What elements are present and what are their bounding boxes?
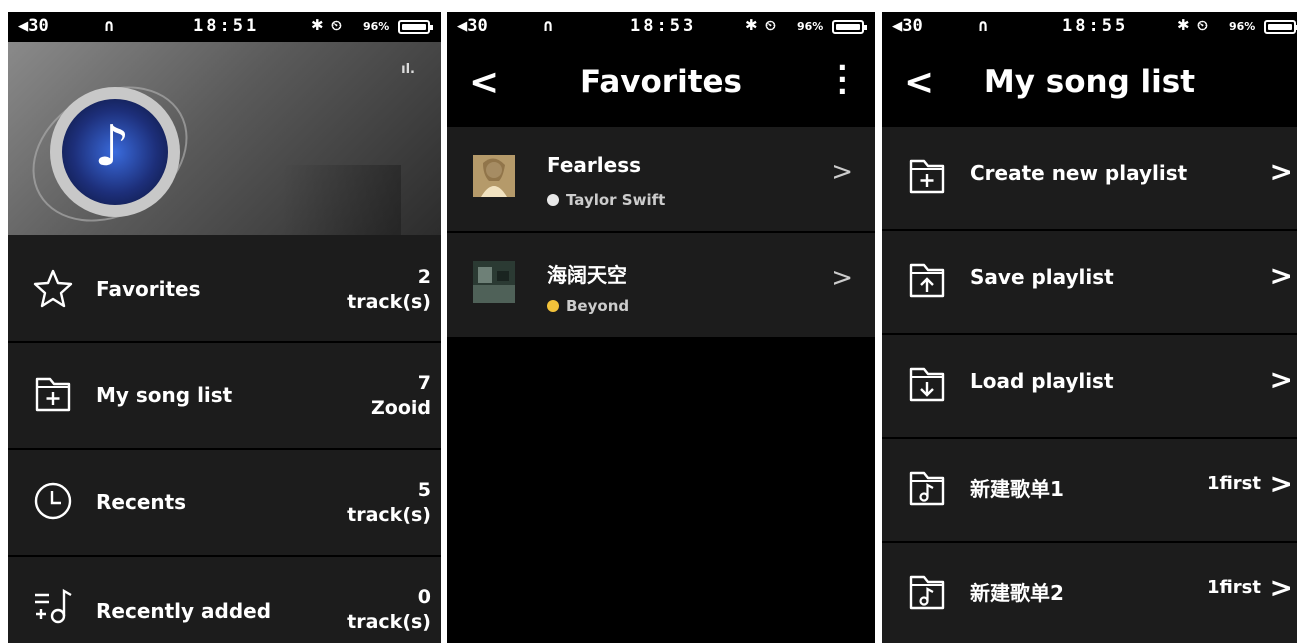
- playlist-label: 新建歌单2: [970, 581, 1064, 605]
- chevron-right-icon: >: [831, 263, 853, 293]
- menu-item-recents[interactable]: Recents 5 track(s): [8, 450, 441, 557]
- chevron-right-icon: >: [1269, 155, 1293, 188]
- song-artist: Taylor Swift: [547, 191, 665, 209]
- page-title: My song list: [983, 64, 1196, 100]
- song-title: Fearless: [547, 153, 642, 177]
- folder-up-icon: [909, 263, 945, 298]
- playlist-label: Load playlist: [970, 369, 1114, 393]
- alarm-icon: ⏲: [765, 18, 776, 34]
- playlist-item[interactable]: 新建歌单2 1first >: [882, 543, 1297, 643]
- volume-indicator: ◀30: [457, 16, 488, 36]
- playlist-create[interactable]: Create new playlist >: [882, 127, 1297, 231]
- battery-icon: [832, 20, 867, 34]
- chevron-right-icon: >: [1269, 259, 1293, 292]
- playlist-count: 1first: [1206, 473, 1261, 494]
- menu-item-count: 0 track(s): [347, 586, 431, 633]
- home-screen: ◀30 ∩ 18:51 ✱ ⏲ 96% ıl. ♪ Favorites 2 tra…: [8, 12, 441, 643]
- bluetooth-icon: ✱: [1177, 16, 1190, 34]
- playlist-label: Create new playlist: [970, 161, 1188, 185]
- menu-item-recently-added[interactable]: Recently added 0 track(s): [8, 557, 441, 643]
- menu-item-count: 7 Zooid: [371, 372, 431, 419]
- folder-music-icon: [909, 471, 945, 506]
- headphones-icon: ∩: [543, 16, 554, 36]
- battery-percent: 96%: [363, 20, 390, 33]
- clock-icon: [34, 482, 72, 520]
- list-item[interactable]: Fearless Taylor Swift >: [447, 127, 875, 233]
- list-add-music-icon: [35, 588, 72, 624]
- menu-item-count: 2 track(s): [347, 266, 431, 313]
- favorites-screen: ◀30 ∩ 18:53 ✱ ⏲ 96% < Favorites · · · Fear…: [447, 12, 875, 643]
- song-artist: Beyond: [547, 297, 629, 315]
- bluetooth-icon: ✱: [311, 16, 324, 34]
- artist-disc-icon: [547, 300, 559, 312]
- status-bar: ◀30 ∩ 18:53 ✱ ⏲ 96%: [447, 12, 875, 42]
- clock-time: 18:53: [630, 16, 697, 36]
- clock-time: 18:55: [1062, 16, 1129, 36]
- menu-item-my-song-list[interactable]: My song list 7 Zooid: [8, 343, 441, 450]
- chevron-right-icon: >: [831, 157, 853, 187]
- menu-item-label: Recently added: [96, 599, 272, 623]
- playlist-label: 新建歌单1: [970, 477, 1064, 501]
- chevron-right-icon: >: [1269, 467, 1293, 500]
- top-bar: < Favorites · · ·: [447, 42, 875, 127]
- album-thumbnail: [473, 261, 515, 303]
- background-bars: [281, 165, 401, 235]
- now-playing-banner[interactable]: ıl. ♪: [8, 42, 441, 249]
- status-bar: ◀30 ∩ 18:51 ✱ ⏲ 96%: [8, 12, 441, 42]
- top-bar: < My song list: [882, 42, 1297, 127]
- status-bar: ◀30 ∩ 18:55 ✱ ⏲ 96%: [882, 12, 1297, 42]
- volume-indicator: ◀30: [18, 16, 49, 36]
- playlist-label: Save playlist: [970, 265, 1114, 289]
- folder-music-icon: [909, 575, 945, 610]
- menu-item-label: Favorites: [96, 277, 201, 301]
- battery-icon: [398, 20, 433, 34]
- playlist-item[interactable]: 新建歌单1 1first >: [882, 439, 1297, 543]
- headphones-icon: ∩: [978, 16, 989, 36]
- music-note-icon: ♪: [94, 114, 130, 179]
- battery-percent: 96%: [797, 20, 824, 33]
- star-icon: [33, 269, 73, 308]
- menu-item-favorites[interactable]: Favorites 2 track(s): [8, 235, 441, 343]
- chevron-right-icon: >: [1269, 363, 1293, 396]
- alarm-icon: ⏲: [331, 18, 342, 34]
- headphones-icon: ∩: [104, 16, 115, 36]
- battery-icon: [1264, 20, 1297, 34]
- clock-time: 18:51: [193, 16, 260, 36]
- chevron-right-icon: >: [1269, 571, 1293, 604]
- bluetooth-icon: ✱: [745, 16, 758, 34]
- menu-item-count: 5 track(s): [347, 479, 431, 526]
- page-title: Favorites: [580, 64, 742, 100]
- artist-disc-icon: [547, 194, 559, 206]
- folder-plus-icon: [909, 159, 945, 194]
- menu-item-label: Recents: [96, 490, 187, 514]
- song-list-screen: ◀30 ∩ 18:55 ✱ ⏲ 96% < My song list Creat…: [882, 12, 1297, 643]
- equalizer-icon[interactable]: ıl.: [401, 62, 415, 77]
- volume-indicator: ◀30: [892, 16, 923, 36]
- folder-down-icon: [909, 367, 945, 402]
- song-title: 海阔天空: [547, 263, 627, 287]
- menu-item-label: My song list: [96, 383, 233, 407]
- battery-percent: 96%: [1229, 20, 1256, 33]
- folder-plus-icon: [35, 377, 71, 412]
- album-thumbnail: [473, 155, 515, 197]
- alarm-icon: ⏲: [1197, 18, 1208, 34]
- playlist-load[interactable]: Load playlist >: [882, 335, 1297, 439]
- playlist-count: 1first: [1206, 577, 1261, 598]
- playlist-save[interactable]: Save playlist >: [882, 231, 1297, 335]
- list-item[interactable]: 海阔天空 Beyond >: [447, 233, 875, 339]
- more-options-icon[interactable]: · · ·: [837, 54, 848, 106]
